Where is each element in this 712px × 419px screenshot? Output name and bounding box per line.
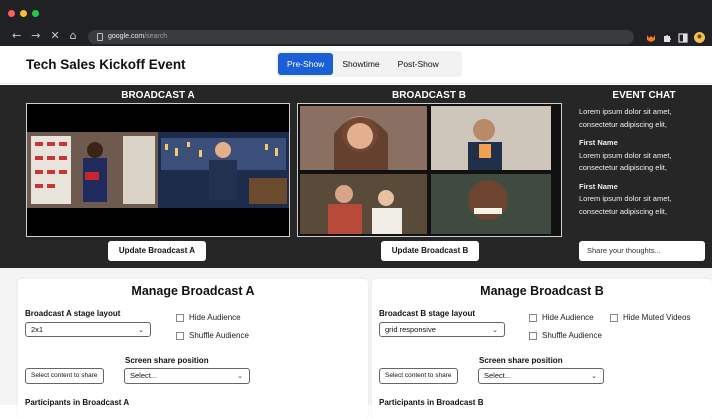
profile-avatar-icon[interactable] (694, 30, 705, 43)
sidepanel-icon[interactable] (678, 30, 688, 43)
screen-share-b-value: Select... (484, 371, 512, 380)
broadcast-stage: BROADCAST A Update Broadcast A BROADCAST… (0, 85, 712, 268)
update-broadcast-a-button[interactable]: Update Broadcast A (108, 241, 206, 261)
window-controls (8, 10, 39, 17)
show-phase-tabs: Pre-Show Showtime Post-Show (276, 51, 462, 77)
puzzle-icon[interactable] (662, 30, 672, 42)
screen-share-a-label: Screen share position (125, 356, 209, 365)
stage-layout-b-label: Broadcast B stage layout (379, 309, 476, 318)
checkbox-box[interactable] (529, 331, 537, 340)
broadcast-b-heading: BROADCAST B (392, 90, 466, 101)
event-header: Tech Sales Kickoff Event Pre-Show Showti… (0, 46, 712, 84)
lock-icon (97, 33, 103, 41)
shuffle-audience-a-label: Shuffle Audience (189, 331, 249, 340)
stage-layout-a-select[interactable]: 2x1 ⌄ (25, 322, 151, 337)
chat-message-name: First Name (579, 138, 618, 147)
extensions-bar (646, 30, 705, 43)
chat-message-text: Lorem ipsum dolor sit amet, consectetur … (579, 107, 672, 129)
tab-post-show[interactable]: Post-Show (389, 53, 448, 75)
url-text: google.com/search (108, 32, 167, 42)
home-icon[interactable]: ⌂ (70, 30, 77, 41)
hide-audience-b-label: Hide Audience (542, 313, 594, 322)
stage-layout-b-value: grid responsive (385, 325, 436, 334)
event-chat-heading: EVENT CHAT (612, 90, 676, 101)
manage-broadcast-a-card: Manage Broadcast A Broadcast A stage lay… (18, 279, 368, 419)
screen-share-a-select[interactable]: Select... ⌄ (124, 368, 250, 384)
broadcast-b-video[interactable] (297, 103, 562, 237)
chevron-down-icon: ⌄ (591, 373, 597, 380)
participants-a-label: Participants in Broadcast A (25, 398, 130, 407)
broadcast-a-heading: BROADCAST A (121, 90, 195, 101)
manage-broadcast-b-card: Manage Broadcast B Broadcast B stage lay… (372, 279, 712, 419)
stage-layout-a-label: Broadcast A stage layout (25, 309, 121, 318)
url-path: /search (144, 33, 168, 40)
chat-messages: Lorem ipsum dolor sit amet, consectetur … (579, 106, 709, 218)
close-icon[interactable]: ✕ (50, 30, 59, 41)
stage-layout-b-select[interactable]: grid responsive ⌄ (379, 322, 505, 337)
shuffle-audience-b-checkbox[interactable]: Shuffle Audience (529, 331, 602, 340)
chevron-down-icon: ⌄ (237, 373, 243, 380)
extension-fox-icon[interactable] (646, 30, 656, 42)
checkbox-box[interactable] (610, 313, 618, 322)
participants-b-label: Participants in Broadcast B (379, 398, 484, 407)
broadcast-a-video[interactable] (26, 103, 290, 237)
broadcast-a-feed-icon (27, 104, 289, 236)
screen-share-b-label: Screen share position (479, 356, 563, 365)
close-window-dot[interactable] (8, 10, 15, 17)
select-content-b-button[interactable]: Select content to share (379, 368, 458, 384)
shuffle-audience-a-checkbox[interactable]: Shuffle Audience (176, 331, 249, 340)
hide-muted-videos-checkbox[interactable]: Hide Muted Videos (610, 313, 690, 322)
hide-audience-a-label: Hide Audience (189, 313, 241, 322)
select-content-a-button[interactable]: Select content to share (25, 368, 104, 384)
chat-message-text: Lorem ipsum dolor sit amet, consectetur … (579, 194, 672, 216)
page-title: Tech Sales Kickoff Event (26, 57, 186, 72)
stage-layout-a-value: 2x1 (31, 325, 44, 334)
back-icon[interactable]: ← (12, 30, 21, 41)
hide-audience-b-checkbox[interactable]: Hide Audience (529, 313, 594, 322)
maximize-window-dot[interactable] (32, 10, 39, 17)
checkbox-box[interactable] (529, 313, 537, 322)
manage-broadcast-b-title: Manage Broadcast B (480, 284, 604, 298)
screen-share-b-select[interactable]: Select... ⌄ (478, 368, 604, 384)
address-bar[interactable]: google.com/search (88, 30, 634, 44)
tab-showtime[interactable]: Showtime (333, 53, 388, 75)
chat-message-name: First Name (579, 181, 618, 191)
manage-broadcast-a-title: Manage Broadcast A (131, 284, 255, 298)
broadcast-b-grid-icon (298, 104, 561, 236)
browser-chrome: ← → ✕ ⌂ google.com/search (0, 0, 712, 46)
screen-share-a-value: Select... (130, 371, 158, 380)
hide-audience-a-checkbox[interactable]: Hide Audience (176, 313, 241, 322)
shuffle-audience-b-label: Shuffle Audience (542, 331, 602, 340)
chevron-down-icon: ⌄ (492, 327, 498, 334)
update-broadcast-b-button[interactable]: Update Broadcast B (381, 241, 479, 261)
checkbox-box[interactable] (176, 313, 184, 322)
chat-input[interactable]: Share your thoughts... (579, 241, 705, 261)
minimize-window-dot[interactable] (20, 10, 27, 17)
url-host: google.com (108, 33, 145, 40)
forward-icon[interactable]: → (31, 30, 40, 41)
chevron-down-icon: ⌄ (138, 327, 144, 334)
manage-panels: Manage Broadcast A Broadcast A stage lay… (0, 268, 712, 419)
hide-muted-videos-label: Hide Muted Videos (623, 313, 691, 322)
checkbox-box[interactable] (176, 331, 184, 340)
tab-pre-show[interactable]: Pre-Show (278, 53, 334, 75)
browser-nav: ← → ✕ ⌂ (12, 30, 77, 41)
chat-message-text: Lorem ipsum dolor sit amet, consectetur … (579, 150, 672, 173)
